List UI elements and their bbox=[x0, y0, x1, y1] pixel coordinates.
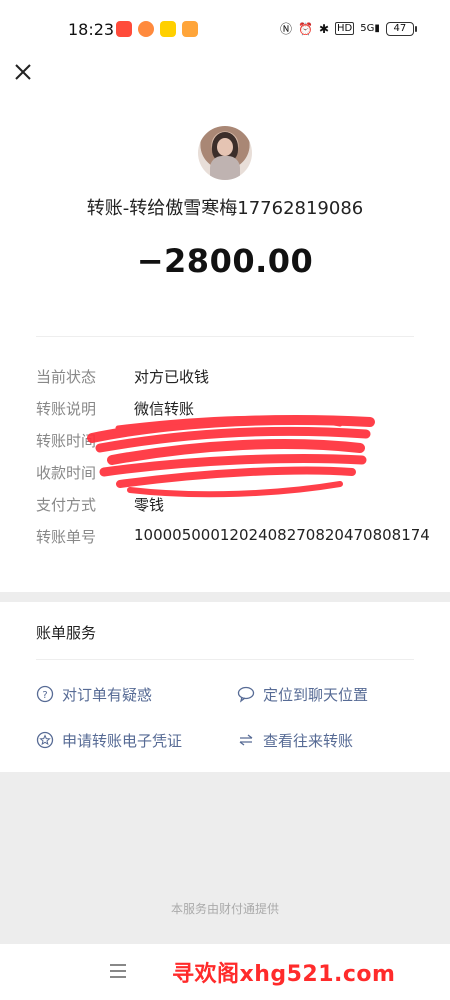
detail-label: 转账单号 bbox=[36, 528, 97, 546]
detail-row-transfer-time: 转账时间 bbox=[36, 430, 416, 454]
detail-row-note: 转账说明 微信转账 bbox=[36, 398, 416, 422]
detail-label: 转账说明 bbox=[36, 400, 97, 418]
question-circle-icon: ? bbox=[36, 685, 54, 703]
star-badge-icon bbox=[36, 731, 54, 749]
network-type: 5G bbox=[360, 23, 375, 34]
watermark-text: 寻欢阁xhg521.com bbox=[172, 962, 396, 987]
signal-icon: 5G▮ bbox=[360, 23, 380, 34]
detail-row-receive-time: 收款时间 bbox=[36, 462, 416, 486]
status-bar: 18:23 Ⓝ ⏰ ✱ HD 5G▮ 47 bbox=[0, 0, 450, 58]
avatar[interactable] bbox=[198, 126, 252, 180]
divider bbox=[36, 336, 414, 337]
detail-label: 当前状态 bbox=[36, 368, 97, 386]
detail-value: 对方已收钱 bbox=[134, 368, 210, 386]
hd-icon: HD bbox=[335, 22, 355, 35]
header bbox=[0, 58, 450, 98]
transfer-amount: −2800.00 bbox=[136, 242, 314, 280]
avatar-face bbox=[217, 138, 233, 156]
detail-value: 零钱 bbox=[134, 496, 165, 514]
service-label: 对订单有疑惑 bbox=[62, 685, 153, 704]
order-question-link[interactable]: ? 对订单有疑惑 bbox=[36, 682, 152, 706]
bluetooth-icon: ✱ bbox=[318, 21, 330, 36]
svg-text:?: ? bbox=[42, 690, 47, 701]
detail-label: 支付方式 bbox=[36, 496, 97, 514]
video-app-icon bbox=[116, 21, 132, 37]
status-time: 18:23 bbox=[68, 20, 115, 39]
service-label: 申请转账电子凭证 bbox=[62, 731, 183, 750]
alarm-icon: ⏰ bbox=[298, 21, 313, 36]
transfer-title: 转账-转给傲雪寒梅17762819086 bbox=[86, 198, 364, 219]
detail-row-payment-method: 支付方式 零钱 bbox=[36, 494, 416, 518]
bill-services-card: 账单服务 ? 对订单有疑惑 定位到聊天位置 申请转账电子凭证 查看往来转账 bbox=[0, 602, 450, 772]
bottom-nav-bar: 寻欢阁xhg521.com bbox=[0, 944, 450, 1000]
battery-icon: 47 bbox=[385, 21, 417, 36]
nfc-icon: Ⓝ bbox=[280, 22, 293, 36]
meituan-app-icon bbox=[160, 21, 176, 37]
close-icon[interactable] bbox=[12, 61, 34, 83]
detail-row-order-number: 转账单号 1000050001202408270820470808174 bbox=[36, 526, 430, 550]
apply-voucher-link[interactable]: 申请转账电子凭证 bbox=[36, 728, 182, 752]
swap-arrows-icon bbox=[239, 734, 253, 746]
game-app-icon bbox=[138, 21, 154, 37]
service-label: 定位到聊天位置 bbox=[263, 685, 369, 704]
avatar-body bbox=[210, 156, 240, 180]
view-transfers-link[interactable]: 查看往来转账 bbox=[237, 728, 353, 752]
menu-icon[interactable] bbox=[110, 964, 126, 978]
battery-level: 47 bbox=[393, 22, 407, 34]
system-icons: Ⓝ ⏰ ✱ HD 5G▮ 47 bbox=[280, 20, 417, 37]
transfer-detail-card: 转账-转给傲雪寒梅17762819086 −2800.00 当前状态 对方已收钱… bbox=[0, 98, 450, 592]
detail-label: 转账时间 bbox=[36, 432, 97, 450]
service-label: 查看往来转账 bbox=[263, 731, 354, 750]
chat-bubble-icon bbox=[237, 686, 255, 703]
detail-label: 收款时间 bbox=[36, 464, 97, 482]
divider bbox=[36, 659, 414, 660]
services-title: 账单服务 bbox=[36, 624, 97, 642]
detail-value: 微信转账 bbox=[134, 400, 195, 418]
detail-value[interactable]: 1000050001202408270820470808174 bbox=[134, 526, 430, 544]
detail-row-status: 当前状态 对方已收钱 bbox=[36, 366, 416, 390]
store-app-icon bbox=[182, 21, 198, 37]
locate-chat-link[interactable]: 定位到聊天位置 bbox=[237, 682, 368, 706]
provider-note: 本服务由财付通提供 bbox=[170, 902, 279, 916]
notification-icons bbox=[116, 21, 198, 37]
